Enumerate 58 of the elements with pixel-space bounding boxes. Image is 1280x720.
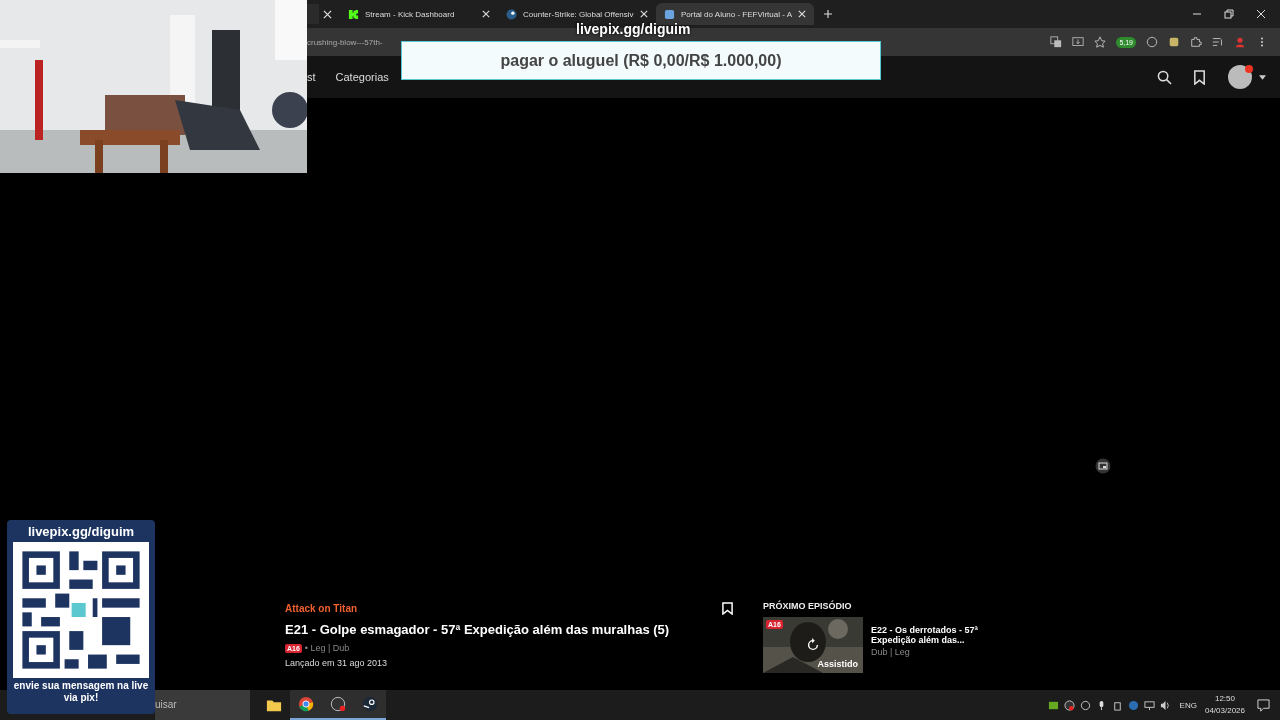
nvidia-icon[interactable] <box>1047 699 1059 711</box>
pip-icon[interactable] <box>1095 458 1111 474</box>
obs-icon <box>330 696 346 712</box>
obs-icon[interactable] <box>1063 699 1075 711</box>
usb-icon[interactable] <box>1111 699 1123 711</box>
steam-icon[interactable] <box>1127 699 1139 711</box>
puzzle-icon[interactable] <box>1190 36 1202 48</box>
steam-icon <box>362 696 378 712</box>
nav-link[interactable]: st <box>307 71 316 83</box>
clock-time[interactable]: 12:50 <box>1214 693 1235 705</box>
notification-icon[interactable] <box>1257 698 1270 712</box>
episode-title[interactable]: E22 - Os derrotados - 57ª Expedição além das... <box>871 625 996 645</box>
episode-title: E21 - Golpe esmagador - 57ª Expedição além das muralhas (5) <box>285 622 670 638</box>
search-field[interactable]: uisar <box>155 690 250 720</box>
close-icon[interactable] <box>798 10 806 18</box>
message-text: envie sua mensagem na live via pix! <box>12 680 150 704</box>
nav-link[interactable]: Categorias <box>335 71 389 83</box>
star-icon[interactable] <box>1094 36 1107 48</box>
close-icon[interactable] <box>323 9 332 19</box>
network-icon[interactable] <box>1143 699 1155 711</box>
kick-icon <box>348 8 359 20</box>
profile-icon[interactable] <box>1234 36 1246 48</box>
volume-icon[interactable] <box>1159 699 1171 711</box>
watched-label: Assistido <box>817 659 858 669</box>
address-field[interactable]: crushing-blow---57th- <box>307 37 383 47</box>
section-heading: PRÓXIMO EPISÓDIO <box>763 601 853 611</box>
translate-icon[interactable] <box>1050 36 1063 48</box>
caret-icon[interactable] <box>1259 74 1266 80</box>
close-icon[interactable] <box>482 10 490 18</box>
page-icon <box>664 8 675 20</box>
install-icon[interactable] <box>1072 36 1085 48</box>
extension-icon[interactable] <box>1168 36 1180 48</box>
close-icon[interactable] <box>1256 9 1266 19</box>
taskbar-app[interactable] <box>290 690 322 720</box>
qr-code-icon <box>13 542 149 678</box>
avatar-icon[interactable] <box>1227 64 1253 90</box>
replay-icon <box>806 638 820 652</box>
bookmark-icon[interactable] <box>722 602 733 615</box>
media-icon[interactable] <box>1212 36 1224 48</box>
release-date: Lançado em 31 ago 2013 <box>285 658 389 668</box>
new-tab-icon[interactable] <box>824 10 832 18</box>
bookmark-icon[interactable] <box>1192 69 1207 85</box>
browser-tab[interactable]: Stream - Kick Dashboard <box>340 3 498 25</box>
search-icon[interactable] <box>1157 69 1172 85</box>
chrome-icon <box>298 696 314 712</box>
donation-goal-banner: pagar o aluguel (R$ 0,00/R$ 1.000,00) <box>401 41 881 80</box>
sync-icon[interactable] <box>1079 699 1091 711</box>
extension-icon[interactable] <box>1146 36 1158 48</box>
series-link[interactable]: Attack on Titan <box>285 603 358 614</box>
restore-icon[interactable] <box>1224 9 1234 19</box>
audio-info: Dub | Leg <box>871 647 911 657</box>
taskbar-app[interactable] <box>354 690 386 720</box>
clock-date[interactable]: 04/03/2026 <box>1204 705 1245 717</box>
language-indicator[interactable]: ENG <box>1179 700 1197 710</box>
audio-info: • Leg | Dub <box>304 643 350 653</box>
close-icon[interactable] <box>640 10 648 18</box>
steam-icon <box>506 8 517 20</box>
donation-url: livepix.gg/diguim <box>27 524 135 539</box>
